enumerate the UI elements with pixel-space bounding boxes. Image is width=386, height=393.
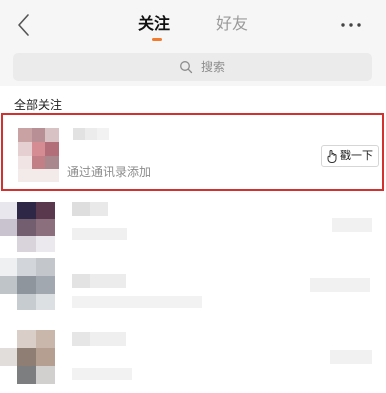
list-item[interactable] bbox=[0, 196, 386, 258]
active-tab-indicator bbox=[152, 38, 162, 41]
list-item[interactable] bbox=[0, 258, 386, 320]
list-item[interactable] bbox=[0, 324, 386, 386]
tab-follow[interactable]: 关注 bbox=[138, 14, 170, 34]
section-title: 全部关注 bbox=[14, 98, 63, 112]
poke-button[interactable]: 戳一下 bbox=[321, 145, 379, 167]
back-icon[interactable] bbox=[12, 12, 34, 38]
tab-friends[interactable]: 好友 bbox=[216, 14, 248, 34]
search-placeholder: 搜索 bbox=[201, 60, 226, 74]
contact-subtitle: 通过通讯录添加 bbox=[67, 165, 152, 179]
poke-hand-icon bbox=[327, 150, 337, 163]
more-icon[interactable] bbox=[336, 16, 366, 34]
search-input[interactable]: 搜索 bbox=[13, 53, 372, 81]
contact-name-mosaic bbox=[73, 128, 109, 140]
top-bar: 关注 好友 bbox=[0, 0, 386, 50]
avatar bbox=[18, 128, 59, 182]
search-area: 搜索 bbox=[0, 50, 386, 86]
search-icon bbox=[180, 61, 193, 74]
poke-label: 戳一下 bbox=[340, 149, 373, 162]
highlighted-contact-row[interactable]: 通过通讯录添加 戳一下 bbox=[1, 113, 384, 191]
